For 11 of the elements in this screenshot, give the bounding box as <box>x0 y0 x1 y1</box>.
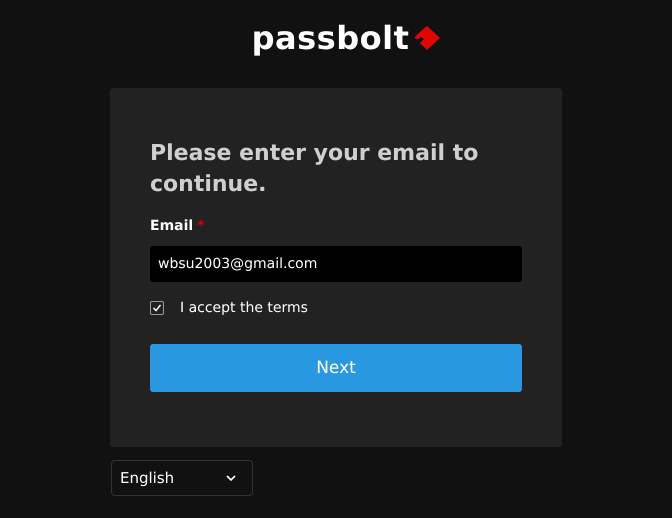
chevron-down-icon <box>226 475 236 481</box>
terms-checkbox[interactable] <box>150 301 164 315</box>
checkmark-icon <box>152 303 162 313</box>
form-heading: Please enter your email to continue. <box>150 140 480 199</box>
terms-label: I accept the terms <box>180 300 308 316</box>
required-mark: * <box>197 218 205 234</box>
logo-text: passbolt <box>252 18 410 58</box>
email-label: Email <box>150 218 194 234</box>
logo-icon <box>412 25 442 51</box>
language-select[interactable]: English <box>111 460 253 496</box>
email-field[interactable]: wbsu2003@gmail.com <box>150 246 522 282</box>
